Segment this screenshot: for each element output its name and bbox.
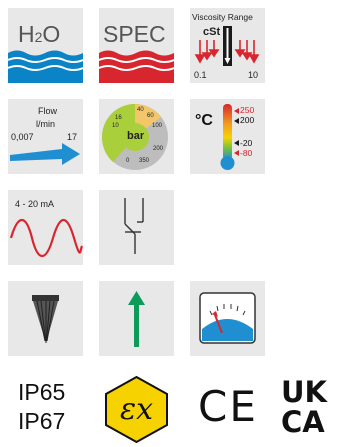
- flow-range-icon: Flow l/min 0,007 17: [8, 99, 83, 174]
- viscosity-title: Viscosity Range: [192, 12, 253, 22]
- ce-mark-icon: CE: [190, 372, 265, 447]
- flow-title: Flow: [38, 106, 58, 116]
- gauge-tick: 200: [153, 146, 164, 152]
- h2o-label: H2O: [18, 21, 60, 48]
- flow-min: 0,007: [11, 132, 34, 142]
- gauge-tick: 40: [137, 107, 144, 113]
- ukca-line2: CA: [281, 405, 325, 439]
- ukca-line1: UK: [281, 375, 328, 409]
- viscosity-max: 10: [248, 70, 259, 80]
- viscosity-unit: cSt: [203, 26, 221, 38]
- flow-max: 17: [67, 132, 78, 142]
- filter-cone-icon: [8, 281, 83, 356]
- viscosity-range-icon: Viscosity Range cSt 0.1 10: [190, 8, 265, 83]
- ce-label: CE: [198, 382, 258, 431]
- ip-rating-line2: IP67: [18, 408, 66, 434]
- pressure-unit: bar: [127, 130, 145, 142]
- temperature-unit: °C: [195, 112, 213, 129]
- switch-contact-icon: [99, 190, 174, 265]
- analog-signal-icon: 4 - 20 mA: [8, 190, 83, 265]
- gauge-tick: 100: [152, 123, 163, 129]
- gauge-tick: 0: [126, 158, 130, 164]
- meter-dial-icon: [199, 292, 256, 344]
- gauge-tick: 60: [147, 113, 154, 119]
- svg-text:εx: εx: [120, 392, 153, 427]
- h2o-medium-icon: H2O: [8, 8, 83, 83]
- spec-label: SPEC: [103, 21, 166, 47]
- pressure-gauge-icon: bar 10 16 40 60 100 200 350 0: [99, 99, 174, 174]
- ex-hexagon-icon: εx: [105, 375, 168, 444]
- temperature-value: -80: [240, 148, 253, 158]
- ip-rating-line1: IP65: [18, 379, 66, 405]
- temperature-range-icon: °C 250 200 -20 -80: [190, 99, 265, 174]
- ip-rating-icon: IP65 IP67: [8, 372, 83, 447]
- ex-atex-icon: εx: [99, 372, 174, 447]
- flow-unit: l/min: [36, 119, 56, 129]
- gauge-tick: 16: [115, 115, 122, 121]
- ukca-mark-icon: UK CA: [275, 372, 350, 447]
- spec-medium-icon: SPEC: [99, 8, 174, 83]
- temperature-value: -20: [240, 138, 253, 148]
- cone-strainer-icon: [32, 295, 59, 343]
- gauge-tick: 350: [139, 158, 150, 164]
- flow-direction-icon: [99, 281, 174, 356]
- h2o-label-end: O: [42, 21, 61, 47]
- up-arrow-icon: [128, 291, 145, 347]
- switch-symbol-icon: [124, 198, 144, 254]
- temperature-value: 200: [240, 115, 255, 125]
- signal-label: 4 - 20 mA: [15, 199, 55, 209]
- gauge-tick: 10: [112, 123, 119, 129]
- level-gauge-icon: [190, 281, 265, 356]
- viscosity-min: 0.1: [194, 70, 207, 80]
- h2o-label-main: H: [18, 21, 35, 47]
- temperature-value: 250: [240, 105, 255, 115]
